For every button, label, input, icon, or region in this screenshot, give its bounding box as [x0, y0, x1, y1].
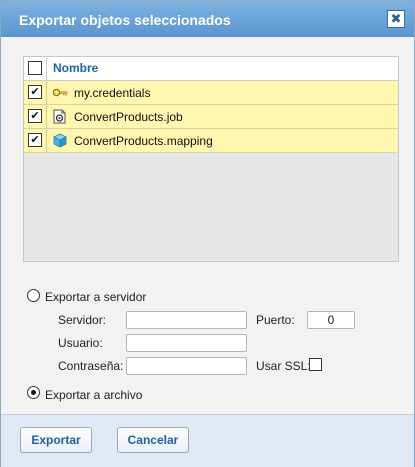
- ssl-checkbox[interactable]: [309, 358, 322, 371]
- checkbox-column: [24, 57, 47, 80]
- dialog-footer: Exportar Cancelar: [1, 414, 414, 467]
- dialog-title: Exportar objetos seleccionados: [19, 12, 231, 28]
- job-icon: [53, 109, 66, 124]
- export-server-radio[interactable]: [27, 289, 40, 302]
- export-dialog: Exportar objetos seleccionados ✖ Nombre …: [0, 0, 415, 467]
- password-label: Contraseña:: [58, 359, 124, 373]
- port-input[interactable]: [307, 311, 355, 329]
- mapping-cube-icon: [53, 133, 67, 148]
- list-item[interactable]: ✔ ConvertProducts.mapping: [24, 129, 398, 153]
- checkbox-cell: ✔: [24, 105, 47, 128]
- cancel-button[interactable]: Cancelar: [117, 427, 189, 453]
- checkbox-cell: ✔: [24, 81, 47, 104]
- close-icon: ✖: [390, 11, 402, 26]
- column-header-name[interactable]: Nombre: [53, 61, 98, 75]
- item-label: my.credentials: [74, 86, 151, 100]
- export-button[interactable]: Exportar: [20, 427, 92, 453]
- list-item[interactable]: ✔ my.credentials: [24, 81, 398, 105]
- title-bar: Exportar objetos seleccionados ✖: [1, 1, 414, 37]
- export-server-label: Exportar a servidor: [45, 290, 147, 304]
- password-input[interactable]: [126, 357, 247, 375]
- item-checkbox[interactable]: ✔: [28, 85, 42, 99]
- export-file-label: Exportar a archivo: [45, 388, 143, 402]
- close-button[interactable]: ✖: [387, 10, 405, 28]
- port-label: Puerto:: [256, 313, 295, 327]
- server-label: Servidor:: [58, 313, 107, 327]
- key-icon: [52, 88, 68, 97]
- objects-list: Nombre ✔ my.credentials ✔ ConvertProduct…: [23, 56, 399, 262]
- server-input[interactable]: [126, 311, 247, 329]
- item-checkbox[interactable]: ✔: [28, 133, 42, 147]
- item-label: ConvertProducts.job: [74, 110, 183, 124]
- select-all-checkbox[interactable]: [28, 61, 42, 75]
- list-item[interactable]: ✔ ConvertProducts.job: [24, 105, 398, 129]
- user-input[interactable]: [126, 334, 247, 352]
- item-checkbox[interactable]: ✔: [28, 109, 42, 123]
- export-file-radio[interactable]: [27, 386, 40, 399]
- list-header-row: Nombre: [24, 57, 398, 81]
- checkbox-cell: ✔: [24, 129, 47, 152]
- user-label: Usuario:: [58, 336, 103, 350]
- ssl-label: Usar SSL:: [256, 359, 311, 373]
- item-label: ConvertProducts.mapping: [74, 134, 213, 148]
